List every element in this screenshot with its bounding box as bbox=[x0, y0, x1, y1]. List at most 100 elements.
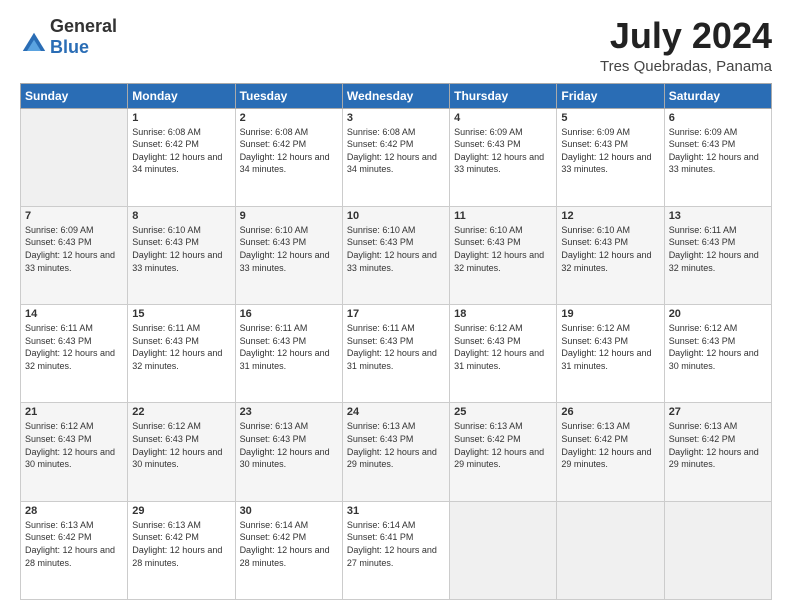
table-row: 25Sunrise: 6:13 AM Sunset: 6:42 PM Dayli… bbox=[450, 403, 557, 501]
table-row: 20Sunrise: 6:12 AM Sunset: 6:43 PM Dayli… bbox=[664, 305, 771, 403]
day-info: Sunrise: 6:10 AM Sunset: 6:43 PM Dayligh… bbox=[454, 224, 552, 274]
table-row: 6 Sunrise: 6:09 AM Sunset: 6:43 PM Daylig… bbox=[664, 108, 771, 206]
day-number: 2 bbox=[240, 112, 338, 124]
col-thursday: Thursday bbox=[450, 83, 557, 108]
day-info: Sunrise: 6:12 AM Sunset: 6:43 PM Dayligh… bbox=[132, 420, 230, 470]
day-number: 17 bbox=[347, 308, 445, 320]
col-wednesday: Wednesday bbox=[342, 83, 449, 108]
logo-text: GeneralBlue bbox=[50, 16, 117, 58]
day-number: 3 bbox=[347, 112, 445, 124]
table-row: 22 Sunrise: 6:12 AM Sunset: 6:43 PM Dayli… bbox=[128, 403, 235, 501]
day-info: Sunrise: 6:11 AM Sunset: 6:43 PM Dayligh… bbox=[669, 224, 767, 274]
day-number: 26 bbox=[561, 406, 659, 418]
table-row: 30Sunrise: 6:14 AM Sunset: 6:42 PM Dayli… bbox=[235, 501, 342, 599]
table-row: 3 Sunrise: 6:08 AM Sunset: 6:42 PM Daylig… bbox=[342, 108, 449, 206]
table-row: 28 Sunrise: 6:13 AM Sunset: 6:42 PM Dayli… bbox=[21, 501, 128, 599]
day-number: 28 bbox=[25, 505, 123, 517]
table-row: 11 Sunrise: 6:10 AM Sunset: 6:43 PM Dayli… bbox=[450, 206, 557, 304]
table-row bbox=[21, 108, 128, 206]
month-title: July 2024 bbox=[600, 16, 772, 56]
calendar-week-row: 21 Sunrise: 6:12 AM Sunset: 6:43 PM Dayli… bbox=[21, 403, 772, 501]
table-row: 13 Sunrise: 6:11 AM Sunset: 6:43 PM Dayli… bbox=[664, 206, 771, 304]
day-info: Sunrise: 6:10 AM Sunset: 6:43 PM Dayligh… bbox=[132, 224, 230, 274]
day-number: 4 bbox=[454, 112, 552, 124]
day-number: 23 bbox=[240, 406, 338, 418]
day-info: Sunrise: 6:14 AM Sunset: 6:42 PM Dayligh… bbox=[240, 519, 338, 569]
day-info: Sunrise: 6:11 AM Sunset: 6:43 PM Dayligh… bbox=[240, 322, 338, 372]
day-info: Sunrise: 6:13 AM Sunset: 6:43 PM Dayligh… bbox=[347, 420, 445, 470]
table-row: 12Sunrise: 6:10 AM Sunset: 6:43 PM Dayli… bbox=[557, 206, 664, 304]
calendar-table: Sunday Monday Tuesday Wednesday Thursday… bbox=[20, 83, 772, 600]
table-row: 2 Sunrise: 6:08 AM Sunset: 6:42 PM Daylig… bbox=[235, 108, 342, 206]
table-row: 23 Sunrise: 6:13 AM Sunset: 6:43 PM Dayli… bbox=[235, 403, 342, 501]
calendar-week-row: 7Sunrise: 6:09 AM Sunset: 6:43 PM Daylig… bbox=[21, 206, 772, 304]
day-number: 5 bbox=[561, 112, 659, 124]
day-number: 16 bbox=[240, 308, 338, 320]
day-info: Sunrise: 6:08 AM Sunset: 6:42 PM Dayligh… bbox=[240, 126, 338, 176]
calendar-week-row: 14Sunrise: 6:11 AM Sunset: 6:43 PM Dayli… bbox=[21, 305, 772, 403]
day-number: 8 bbox=[132, 210, 230, 222]
day-info: Sunrise: 6:13 AM Sunset: 6:43 PM Dayligh… bbox=[240, 420, 338, 470]
day-number: 18 bbox=[454, 308, 552, 320]
col-friday: Friday bbox=[557, 83, 664, 108]
day-number: 10 bbox=[347, 210, 445, 222]
day-number: 13 bbox=[669, 210, 767, 222]
day-info: Sunrise: 6:09 AM Sunset: 6:43 PM Dayligh… bbox=[561, 126, 659, 176]
day-info: Sunrise: 6:13 AM Sunset: 6:42 PM Dayligh… bbox=[454, 420, 552, 470]
day-info: Sunrise: 6:10 AM Sunset: 6:43 PM Dayligh… bbox=[347, 224, 445, 274]
day-info: Sunrise: 6:11 AM Sunset: 6:43 PM Dayligh… bbox=[25, 322, 123, 372]
table-row: 9 Sunrise: 6:10 AM Sunset: 6:43 PM Daylig… bbox=[235, 206, 342, 304]
header: GeneralBlue July 2024 Tres Quebradas, Pa… bbox=[20, 16, 772, 75]
table-row: 29 Sunrise: 6:13 AM Sunset: 6:42 PM Dayli… bbox=[128, 501, 235, 599]
table-row bbox=[664, 501, 771, 599]
day-info: Sunrise: 6:08 AM Sunset: 6:42 PM Dayligh… bbox=[132, 126, 230, 176]
calendar-header-row: Sunday Monday Tuesday Wednesday Thursday… bbox=[21, 83, 772, 108]
day-number: 29 bbox=[132, 505, 230, 517]
day-info: Sunrise: 6:08 AM Sunset: 6:42 PM Dayligh… bbox=[347, 126, 445, 176]
table-row: 5 Sunrise: 6:09 AM Sunset: 6:43 PM Daylig… bbox=[557, 108, 664, 206]
calendar-week-row: 28 Sunrise: 6:13 AM Sunset: 6:42 PM Dayli… bbox=[21, 501, 772, 599]
logo-icon bbox=[20, 30, 48, 58]
day-info: Sunrise: 6:13 AM Sunset: 6:42 PM Dayligh… bbox=[669, 420, 767, 470]
title-block: July 2024 Tres Quebradas, Panama bbox=[600, 16, 772, 75]
day-info: Sunrise: 6:13 AM Sunset: 6:42 PM Dayligh… bbox=[132, 519, 230, 569]
day-number: 22 bbox=[132, 406, 230, 418]
day-number: 6 bbox=[669, 112, 767, 124]
table-row: 4 Sunrise: 6:09 AM Sunset: 6:43 PM Daylig… bbox=[450, 108, 557, 206]
day-info: Sunrise: 6:13 AM Sunset: 6:42 PM Dayligh… bbox=[561, 420, 659, 470]
day-info: Sunrise: 6:10 AM Sunset: 6:43 PM Dayligh… bbox=[240, 224, 338, 274]
col-monday: Monday bbox=[128, 83, 235, 108]
table-row: 10 Sunrise: 6:10 AM Sunset: 6:43 PM Dayli… bbox=[342, 206, 449, 304]
day-info: Sunrise: 6:14 AM Sunset: 6:41 PM Dayligh… bbox=[347, 519, 445, 569]
table-row: 17 Sunrise: 6:11 AM Sunset: 6:43 PM Dayli… bbox=[342, 305, 449, 403]
day-info: Sunrise: 6:12 AM Sunset: 6:43 PM Dayligh… bbox=[454, 322, 552, 372]
subtitle: Tres Quebradas, Panama bbox=[600, 58, 772, 75]
day-number: 31 bbox=[347, 505, 445, 517]
day-number: 11 bbox=[454, 210, 552, 222]
day-info: Sunrise: 6:12 AM Sunset: 6:43 PM Dayligh… bbox=[561, 322, 659, 372]
day-info: Sunrise: 6:11 AM Sunset: 6:43 PM Dayligh… bbox=[132, 322, 230, 372]
day-info: Sunrise: 6:09 AM Sunset: 6:43 PM Dayligh… bbox=[669, 126, 767, 176]
day-info: Sunrise: 6:09 AM Sunset: 6:43 PM Dayligh… bbox=[25, 224, 123, 274]
table-row: 27 Sunrise: 6:13 AM Sunset: 6:42 PM Dayli… bbox=[664, 403, 771, 501]
day-info: Sunrise: 6:12 AM Sunset: 6:43 PM Dayligh… bbox=[25, 420, 123, 470]
table-row: 21 Sunrise: 6:12 AM Sunset: 6:43 PM Dayli… bbox=[21, 403, 128, 501]
day-number: 15 bbox=[132, 308, 230, 320]
day-number: 21 bbox=[25, 406, 123, 418]
page: GeneralBlue July 2024 Tres Quebradas, Pa… bbox=[0, 0, 792, 612]
day-info: Sunrise: 6:12 AM Sunset: 6:43 PM Dayligh… bbox=[669, 322, 767, 372]
table-row: 7Sunrise: 6:09 AM Sunset: 6:43 PM Daylig… bbox=[21, 206, 128, 304]
table-row: 19Sunrise: 6:12 AM Sunset: 6:43 PM Dayli… bbox=[557, 305, 664, 403]
col-sunday: Sunday bbox=[21, 83, 128, 108]
day-number: 27 bbox=[669, 406, 767, 418]
day-info: Sunrise: 6:10 AM Sunset: 6:43 PM Dayligh… bbox=[561, 224, 659, 274]
col-saturday: Saturday bbox=[664, 83, 771, 108]
day-info: Sunrise: 6:09 AM Sunset: 6:43 PM Dayligh… bbox=[454, 126, 552, 176]
day-info: Sunrise: 6:13 AM Sunset: 6:42 PM Dayligh… bbox=[25, 519, 123, 569]
table-row: 31 Sunrise: 6:14 AM Sunset: 6:41 PM Dayli… bbox=[342, 501, 449, 599]
calendar-week-row: 1 Sunrise: 6:08 AM Sunset: 6:42 PM Daylig… bbox=[21, 108, 772, 206]
day-number: 1 bbox=[132, 112, 230, 124]
table-row: 16 Sunrise: 6:11 AM Sunset: 6:43 PM Dayli… bbox=[235, 305, 342, 403]
day-number: 9 bbox=[240, 210, 338, 222]
day-info: Sunrise: 6:11 AM Sunset: 6:43 PM Dayligh… bbox=[347, 322, 445, 372]
